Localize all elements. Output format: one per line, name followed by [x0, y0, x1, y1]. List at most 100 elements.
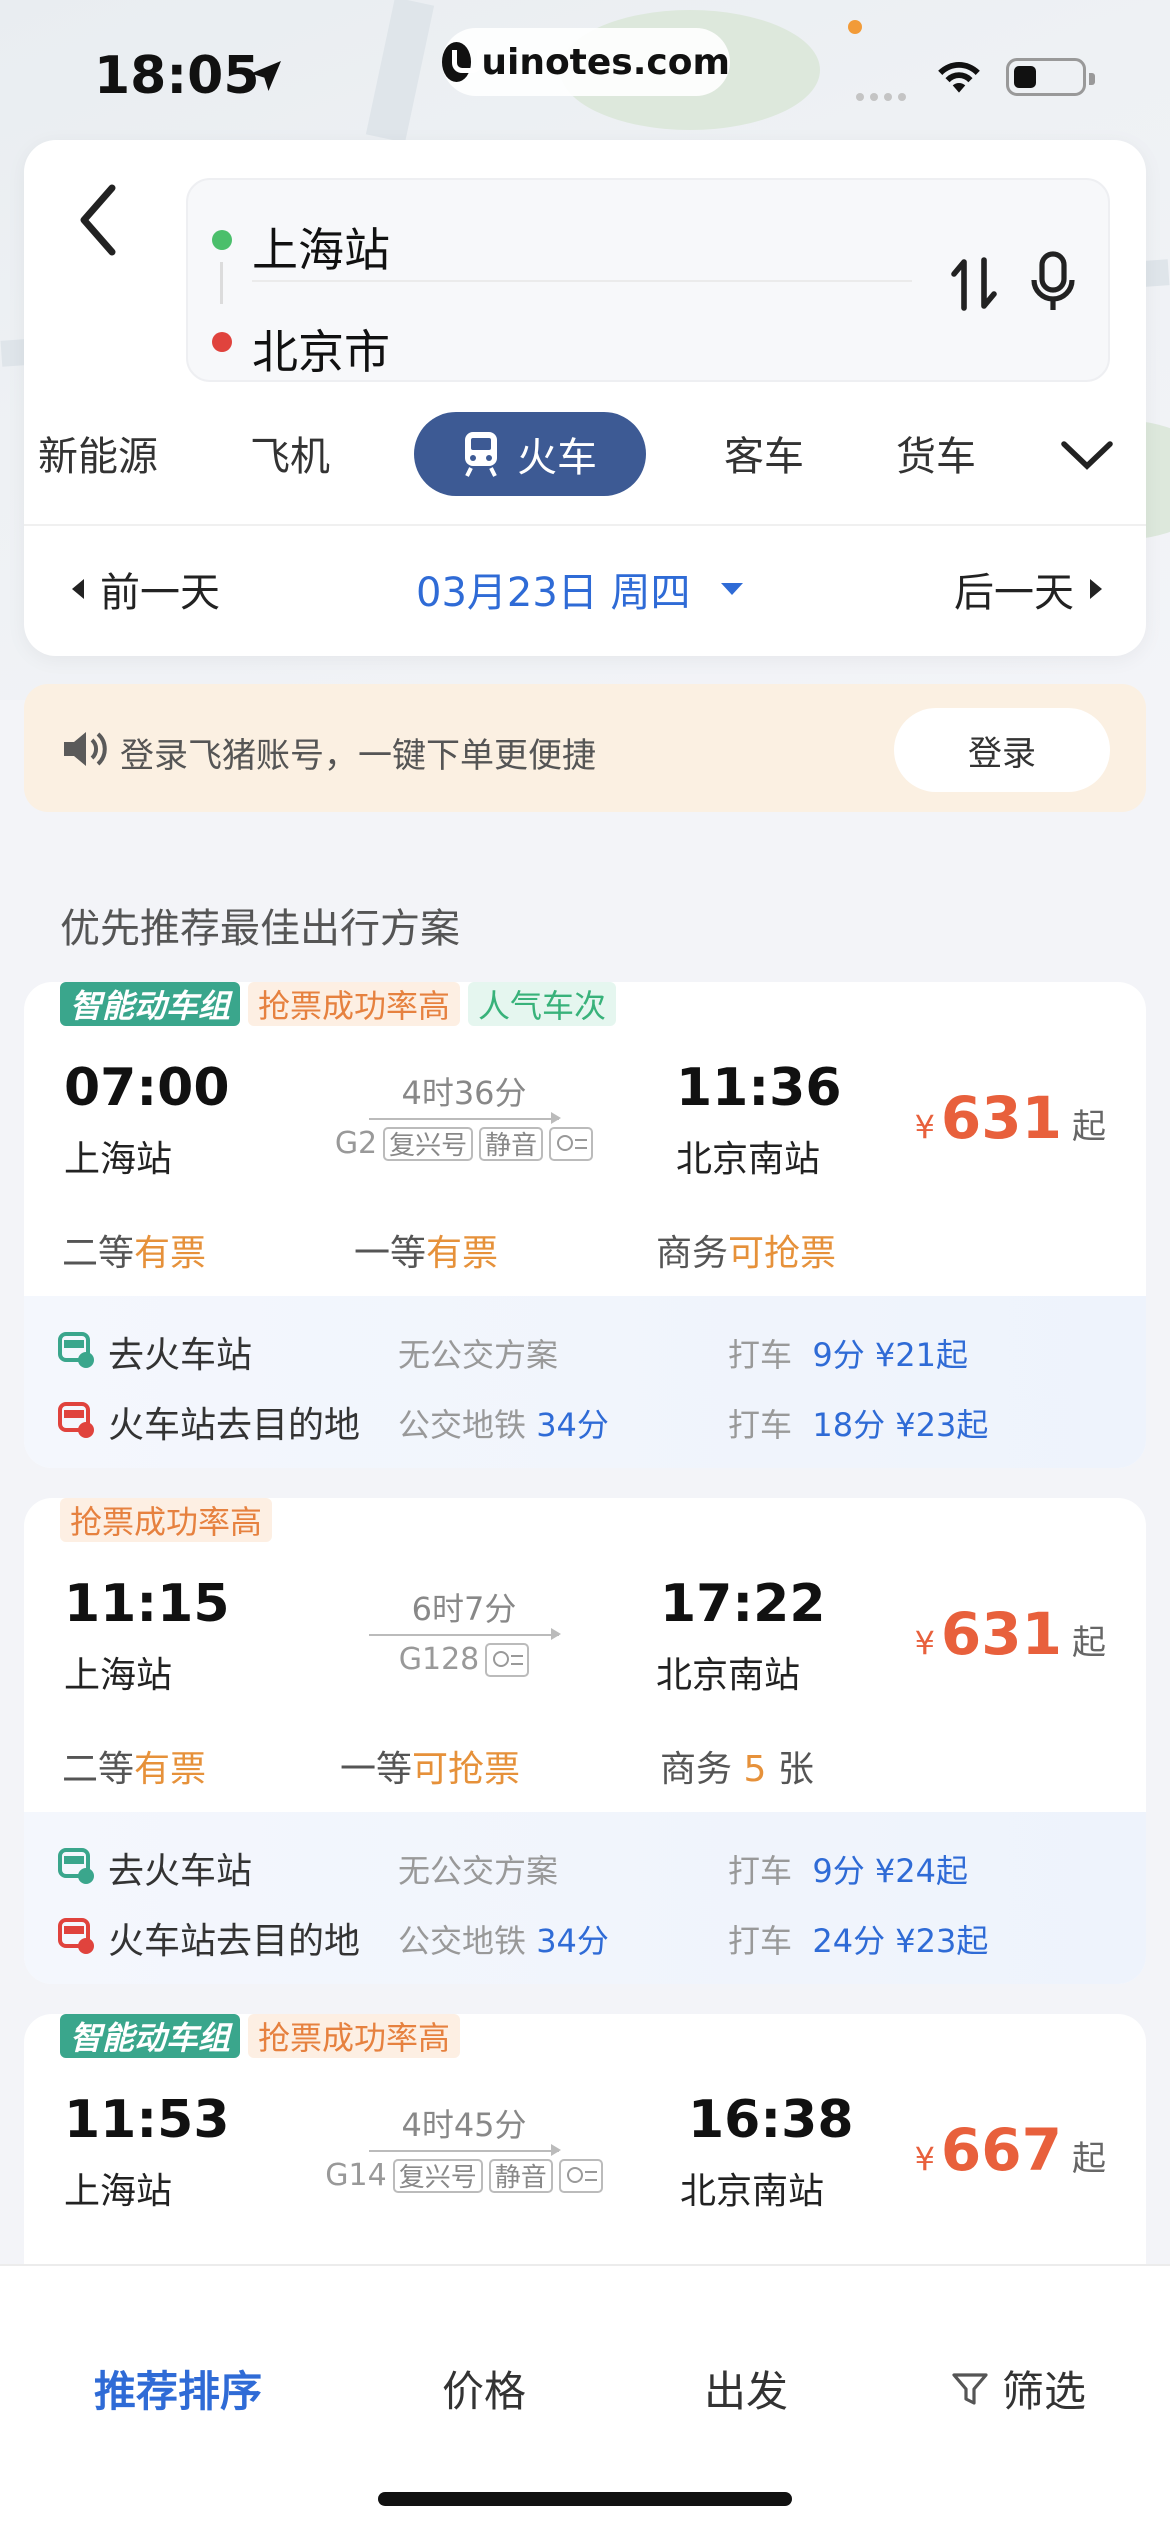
train-number-row: G14 复兴号 静音 [314, 2158, 614, 2193]
seat-second-class: 二等有票 [62, 1233, 207, 1274]
back-arrow-icon[interactable] [68, 180, 128, 260]
train-number: G14 [325, 2158, 387, 2193]
transport-mode-tabs: 新能源 飞机 火车 客车 货车 [24, 402, 1146, 500]
from-station-row[interactable]: 火车站去目的地 公交地铁 34分 打车 18分 ¥23起 [58, 1394, 1118, 1446]
next-day-label: 后一天 [954, 570, 1074, 616]
arrival-time: 17:22 [660, 1574, 826, 1634]
price-suffix: 起 [1072, 2139, 1106, 2179]
trip-info: 4时45分 G14 复兴号 静音 [314, 2100, 614, 2193]
train-number-row: G128 [314, 1642, 614, 1677]
trip-info: 6时7分 G128 [314, 1584, 614, 1677]
taxi-option: 打车 9分 ¥21起 [728, 1336, 968, 1374]
arrival-time: 16:38 [688, 2090, 854, 2150]
origin-field[interactable]: 上海站 [252, 214, 390, 280]
tab-flight[interactable]: 飞机 [250, 424, 330, 482]
privacy-indicator-dot [848, 20, 862, 34]
bus-red-icon [58, 1402, 94, 1438]
seat-first-class: 一等有票 [354, 1233, 499, 1274]
badge-quiet: 静音 [488, 2158, 553, 2193]
home-indicator[interactable] [378, 2492, 792, 2506]
tag-rate: 抢票成功率高 [248, 2014, 461, 2058]
date-selector[interactable]: 03月23日 周四 [416, 560, 743, 618]
to-station-row[interactable]: 去火车站 无公交方案 打车 9分 ¥24起 [58, 1840, 1118, 1892]
url-pill[interactable]: uinotes.com [442, 28, 730, 96]
filter-button[interactable]: 筛选 [950, 2358, 1086, 2419]
caret-left-icon [72, 579, 84, 599]
train-card[interactable]: 智能动车组 抢票成功率高 人气车次 07:00 上海站 4时36分 G2 复兴号… [24, 982, 1146, 1468]
sort-depart-button[interactable]: 出发 [704, 2358, 788, 2419]
tab-train-label: 火车 [517, 435, 597, 481]
departure-station: 上海站 [64, 1139, 173, 1180]
caret-down-icon [720, 583, 743, 595]
arrival-time: 11:36 [676, 1058, 842, 1118]
badge-fuxing: 复兴号 [392, 2158, 483, 2193]
from-station-row[interactable]: 火车站去目的地 公交地铁 34分 打车 24分 ¥23起 [58, 1910, 1118, 1962]
tag-smart: 智能动车组 [60, 2014, 241, 2058]
tag-list: 智能动车组 抢票成功率高 人气车次 [60, 982, 624, 1030]
bus-option: 无公交方案 [398, 1852, 559, 1890]
divider [24, 524, 1146, 526]
wifi-icon [938, 62, 980, 93]
tag-rate: 抢票成功率高 [60, 1498, 273, 1542]
destination-field[interactable]: 北京市 [252, 316, 390, 382]
currency-symbol: ¥ [914, 1624, 935, 1662]
currency-symbol: ¥ [914, 2140, 935, 2178]
sort-price-button[interactable]: 价格 [442, 2358, 526, 2419]
id-card-icon [558, 2158, 603, 2193]
url-text: uinotes.com [481, 41, 730, 83]
sort-recommend-button[interactable]: 推荐排序 [94, 2358, 262, 2419]
bus-option: 公交地铁 34分 [398, 1922, 609, 1960]
tab-new-energy[interactable]: 新能源 [38, 424, 158, 482]
microphone-icon[interactable] [1028, 250, 1078, 314]
prev-day-label: 前一天 [100, 570, 220, 616]
seat-first-class: 一等可抢票 [340, 1749, 521, 1790]
currency-symbol: ¥ [914, 1108, 935, 1146]
current-date: 03月23日 周四 [416, 570, 691, 616]
route-connector [220, 262, 223, 304]
origin-dot [212, 230, 232, 250]
login-button[interactable]: 登录 [894, 708, 1110, 792]
id-card-icon [549, 1126, 594, 1161]
badge-fuxing: 复兴号 [383, 1126, 474, 1161]
to-station-label: 去火车站 [108, 1335, 253, 1376]
taxi-option: 打车 24分 ¥23起 [728, 1922, 989, 1960]
status-bar: 18:05 uinotes.com [0, 0, 1170, 140]
tag-list: 抢票成功率高 [60, 1498, 280, 1546]
tab-train[interactable]: 火车 [414, 412, 646, 496]
bus-option: 公交地铁 34分 [398, 1406, 609, 1444]
next-day-button[interactable]: 后一天 [954, 560, 1102, 618]
bus-red-icon [58, 1918, 94, 1954]
price-value: 667 [940, 2116, 1062, 2184]
route-box: 上海站 北京市 [186, 178, 1110, 382]
speaker-icon [64, 732, 107, 766]
price-value: 631 [940, 1084, 1062, 1152]
departure-time: 07:00 [64, 1058, 230, 1118]
departure-station: 上海站 [64, 2171, 173, 2212]
direction-arrow [369, 1628, 561, 1640]
location-arrow-icon [251, 61, 281, 91]
swap-icon[interactable] [948, 256, 1000, 312]
caret-right-icon [1090, 579, 1102, 599]
tab-coach[interactable]: 客车 [724, 424, 804, 482]
price: ¥631 起 [915, 1600, 1106, 1668]
sort-bar: 推荐排序 价格 出发 筛选 [0, 2264, 1170, 2532]
destination-dot [212, 332, 232, 352]
prev-day-button[interactable]: 前一天 [72, 560, 220, 618]
taxi-option: 打车 18分 ¥23起 [728, 1406, 989, 1444]
battery-icon [1006, 58, 1095, 96]
to-station-row[interactable]: 去火车站 无公交方案 打车 9分 ¥21起 [58, 1324, 1118, 1376]
tag-list: 智能动车组 抢票成功率高 [60, 2014, 468, 2062]
bus-green-icon [58, 1848, 94, 1884]
bus-option: 无公交方案 [398, 1336, 559, 1374]
search-card: 上海站 北京市 新能源 飞机 火车 客车 货车 前一天 03月23日 周四 后一… [24, 140, 1146, 656]
departure-time: 11:15 [64, 1574, 230, 1634]
tab-freight[interactable]: 货车 [896, 424, 976, 482]
chevron-down-icon[interactable] [1060, 438, 1114, 472]
price: ¥631 起 [915, 1084, 1106, 1152]
price: ¥667 起 [915, 2116, 1106, 2184]
signal-dots-icon [856, 86, 912, 105]
train-icon [465, 432, 497, 477]
train-card[interactable]: 抢票成功率高 11:15 上海站 6时7分 G128 17:22 北京南站 ¥6… [24, 1498, 1146, 1984]
departure-time: 11:53 [64, 2090, 230, 2150]
train-number: G128 [398, 1642, 480, 1677]
